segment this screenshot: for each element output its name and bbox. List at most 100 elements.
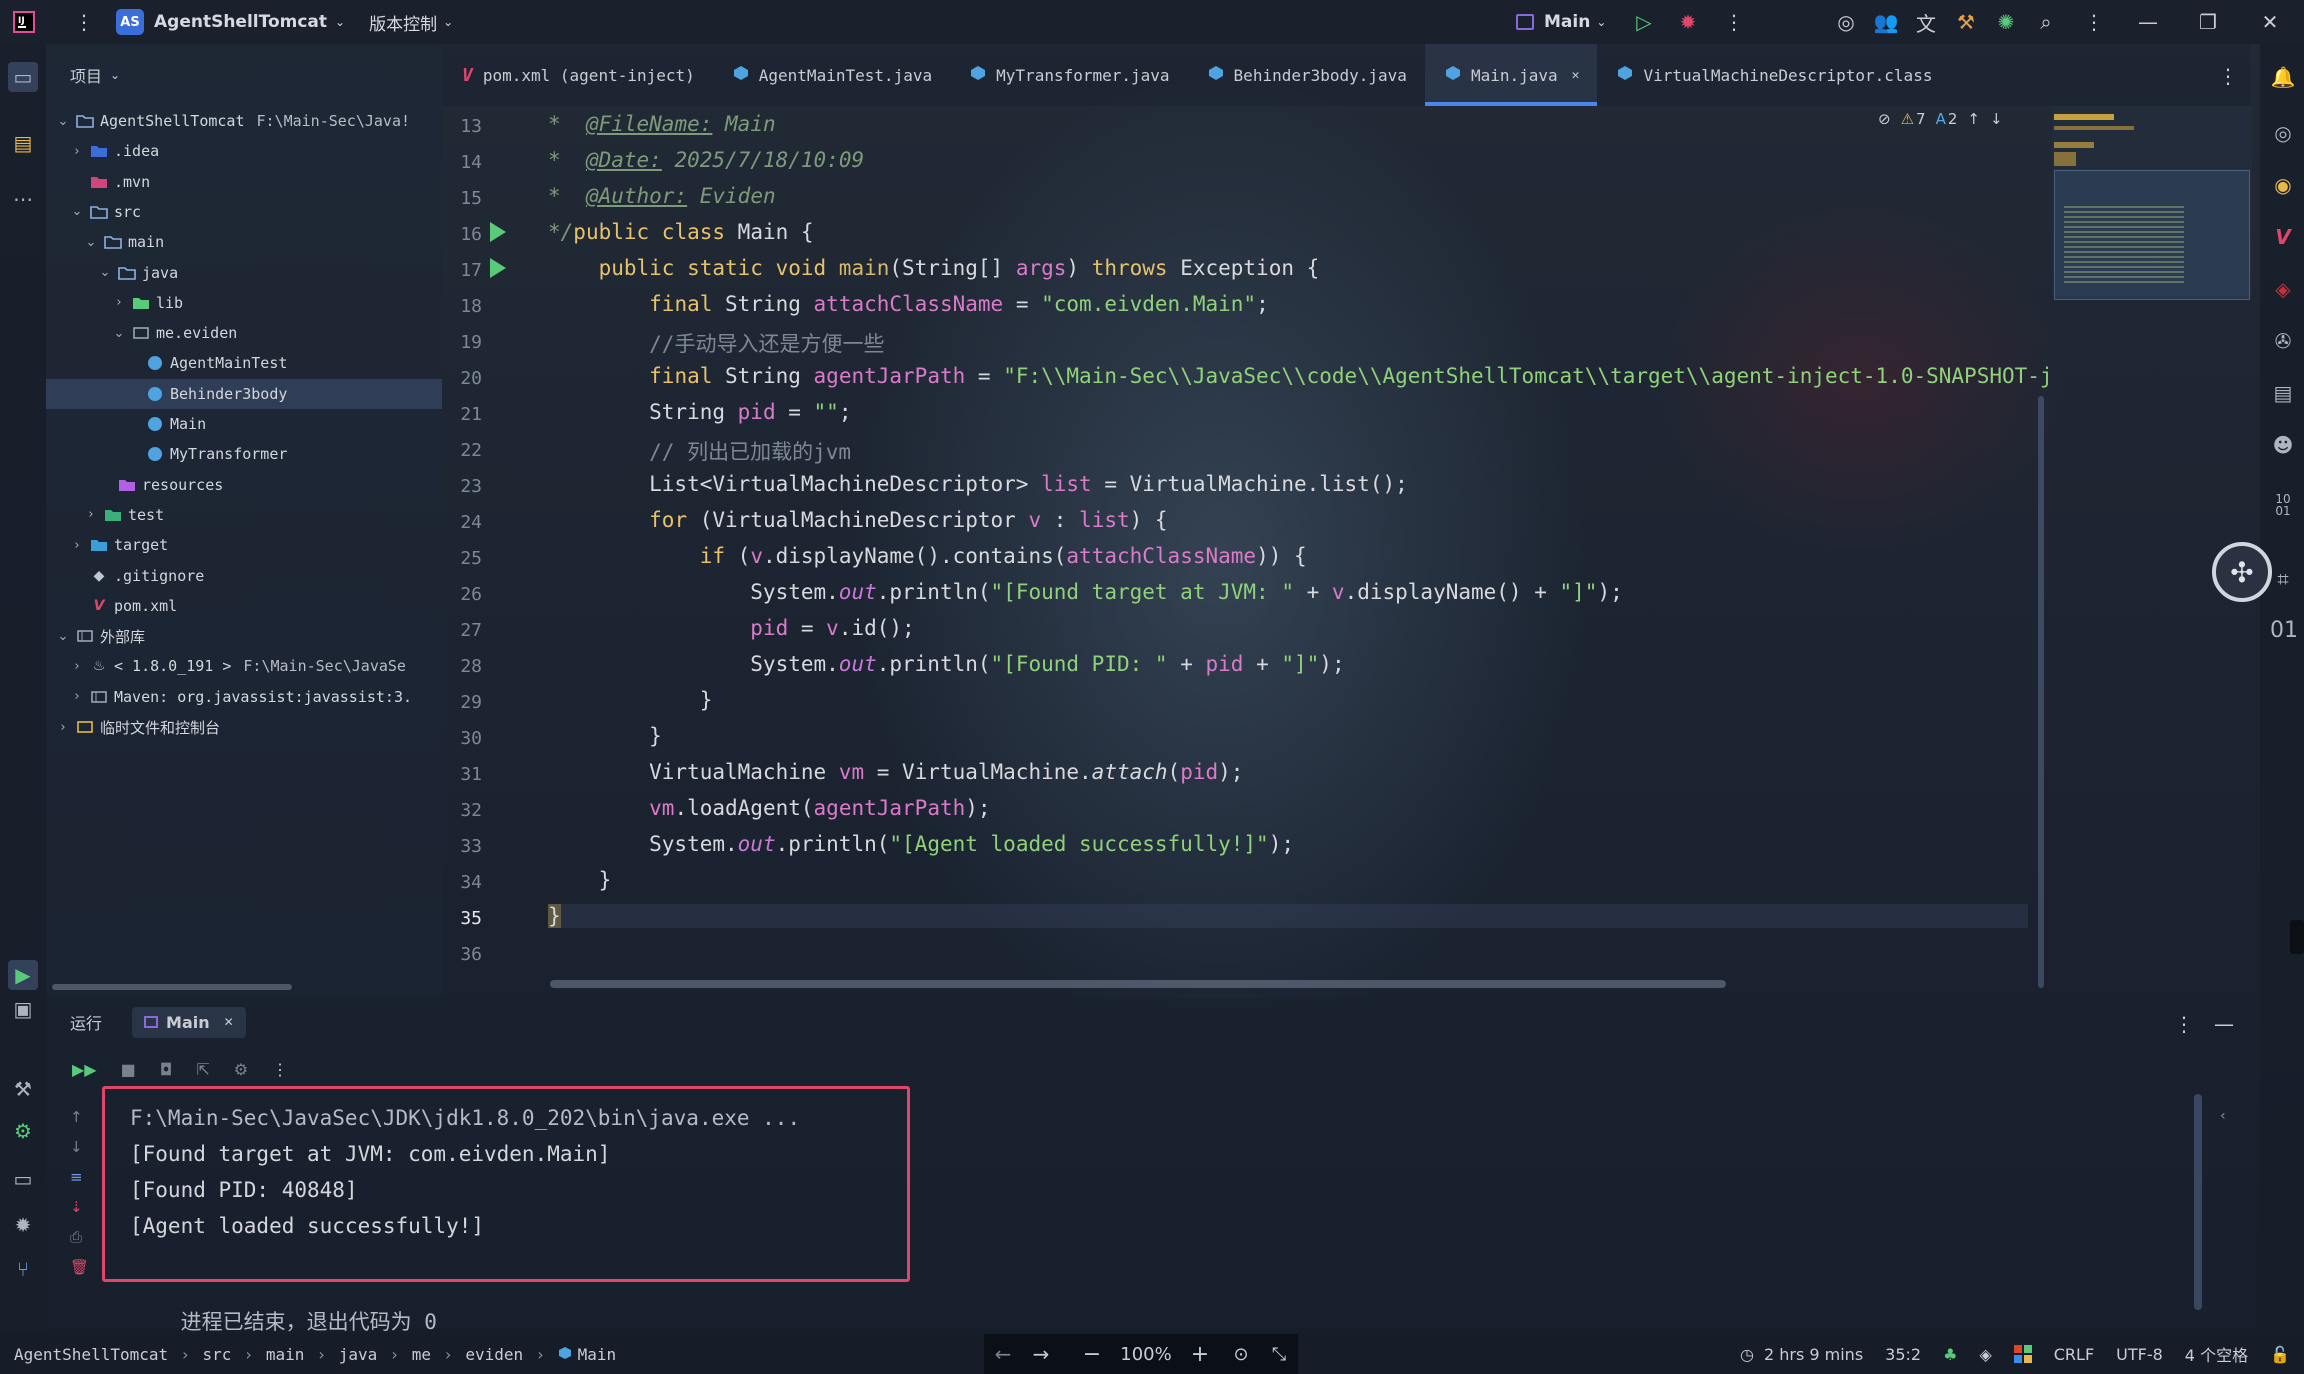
tree-item-java[interactable]: ⌄ java <box>46 258 442 288</box>
tree-item-1-8-0-191[interactable]: › ♨ < 1.8.0_191 > F:\Main-Sec\JavaSe <box>46 651 442 681</box>
zoom-in-icon[interactable]: + <box>1178 1342 1222 1367</box>
tree-item-maven-org-javassist-javassist-3[interactable]: › Maven: org.javassist:javassist:3. <box>46 682 442 712</box>
zoom-reset-icon[interactable]: ⊙ <box>1222 1344 1260 1365</box>
arrow-down-icon[interactable]: ↓ <box>1990 110 2003 128</box>
indent-setting[interactable]: 4 个空格 <box>2185 1342 2248 1366</box>
tab-pom-xml-agent-inject[interactable]: Vpom.xml (agent-inject) <box>442 44 713 106</box>
services-icon[interactable]: ▣ <box>8 994 38 1024</box>
breadcrumb-item[interactable]: main <box>266 1345 305 1364</box>
code-with-me-icon[interactable]: 👥 <box>1868 4 1904 40</box>
chevron-down-icon[interactable]: ⌄ <box>98 265 112 280</box>
chevron-down-icon[interactable]: ⌄ <box>70 204 84 219</box>
breadcrumb-item[interactable]: java <box>339 1345 378 1364</box>
tree-item-src[interactable]: ⌄ src <box>46 197 442 227</box>
tab-main[interactable]: Main ✕ <box>132 1006 246 1038</box>
more-actions-icon[interactable]: ⋮ <box>1716 4 1752 40</box>
tree-item-idea[interactable]: › .idea <box>46 136 442 166</box>
translate-panel-icon[interactable]: ⌗ <box>2268 564 2298 594</box>
tree-icon[interactable]: ♣ <box>1943 1345 1957 1364</box>
tree-item-behinder3body[interactable]: Behinder3body <box>46 378 442 409</box>
scroll-down-icon[interactable]: ↓ <box>70 1138 89 1156</box>
scroll-up-icon[interactable]: ↑ <box>70 1108 89 1126</box>
tab-virtualmachinedescriptor-class[interactable]: VirtualMachineDescriptor.class <box>1597 44 1950 106</box>
chevron-down-icon[interactable]: ⌄ <box>84 235 98 250</box>
nav-forward-icon[interactable]: → <box>1022 1342 1060 1366</box>
more-icon[interactable]: ⋮ <box>272 1060 288 1079</box>
chevron-right-icon[interactable]: › <box>70 659 84 674</box>
doc-icon[interactable]: ▤ <box>2268 378 2298 408</box>
plugins-icon[interactable]: ⚙ <box>8 1116 38 1146</box>
console-scrollbar[interactable] <box>2194 1094 2202 1310</box>
settings-icon[interactable]: ⋮ <box>2076 4 2112 40</box>
problems-icon[interactable]: ✹ <box>8 1210 38 1240</box>
debug-icon[interactable]: ✹ <box>1670 4 1706 40</box>
breadcrumb-item[interactable]: eviden <box>465 1345 523 1364</box>
tab-agentmaintest-java[interactable]: AgentMainTest.java <box>713 44 950 106</box>
chevron-right-icon[interactable]: › <box>70 144 84 159</box>
tree-item-[interactable]: › 临时文件和控制台 <box>46 712 442 742</box>
ai-chat-icon[interactable]: ◎ <box>2268 118 2298 148</box>
tree-item-target[interactable]: › target <box>46 530 442 560</box>
chevron-right-icon[interactable]: › <box>70 689 84 704</box>
rerun-icon[interactable]: ▶▶ <box>72 1060 97 1079</box>
project-panel-header[interactable]: 项目 ⌄ <box>46 44 442 106</box>
more-tools-icon[interactable]: ⋯ <box>8 184 38 214</box>
tree-item-main[interactable]: ⌄ main <box>46 227 442 257</box>
tree-scrollbar[interactable] <box>52 984 292 990</box>
elapsed-time[interactable]: 2 hrs 9 mins <box>1764 1345 1863 1364</box>
chevron-right-icon[interactable]: › <box>84 507 98 522</box>
minimap[interactable] <box>2052 106 2252 300</box>
maximize-icon[interactable]: ❐ <box>2190 4 2226 40</box>
close-tab-icon[interactable]: ✕ <box>224 1015 234 1029</box>
tree-item-gitignore[interactable]: ◆ .gitignore <box>46 561 442 591</box>
search-icon[interactable]: ⌕ <box>2028 4 2064 40</box>
tree-item-pom-xml[interactable]: Vpom.xml <box>46 591 442 621</box>
line-separator[interactable]: CRLF <box>2054 1345 2094 1364</box>
tab-run[interactable]: 运行 <box>70 1010 102 1034</box>
file-encoding[interactable]: UTF-8 <box>2116 1345 2163 1364</box>
clear-icon[interactable]: 🗑 <box>70 1258 89 1276</box>
breadcrumb-item[interactable]: src <box>203 1345 232 1364</box>
tab-behinder3body-java[interactable]: Behinder3body.java <box>1188 44 1425 106</box>
project-view-icon[interactable]: ▭ <box>8 62 38 92</box>
tree-item-test[interactable]: › test <box>46 500 442 530</box>
print-icon[interactable]: ⎙ <box>70 1228 89 1246</box>
ai-assistant-icon[interactable]: ✺ <box>1988 4 2024 40</box>
breadcrumb-item[interactable]: me <box>412 1345 431 1364</box>
panel-options-icon[interactable]: ⋮ <box>2166 1006 2202 1042</box>
vcs-status-icon[interactable]: ◈ <box>1979 1345 1991 1364</box>
editor-side-handle[interactable] <box>2290 920 2304 954</box>
collapse-icon[interactable]: ⤡ <box>1260 1344 1298 1365</box>
tree-item-resources[interactable]: resources <box>46 470 442 500</box>
minimize-icon[interactable]: — <box>2130 4 2166 40</box>
maven-icon[interactable]: V <box>2268 222 2298 252</box>
tree-item-me-eviden[interactable]: ⌄ me.eviden <box>46 318 442 348</box>
binary-icon[interactable]: 10 01 <box>2268 490 2298 520</box>
notifications-icon[interactable]: 🔔 <box>2268 62 2298 92</box>
tree-item-[interactable]: ⌄ 外部库 <box>46 621 442 651</box>
lock-icon[interactable]: 🔓 <box>2270 1345 2290 1364</box>
breadcrumb-item[interactable]: Main <box>578 1345 617 1364</box>
eye-off-icon[interactable]: ⊘ <box>1878 110 1891 128</box>
nav-back-icon[interactable]: ← <box>984 1342 1022 1366</box>
run-gutter-icon[interactable] <box>490 258 506 278</box>
tab-mytransformer-java[interactable]: MyTransformer.java <box>950 44 1187 106</box>
tree-item-mytransformer[interactable]: MyTransformer <box>46 439 442 469</box>
console-side-label-icon[interactable]: ‹ <box>2220 1108 2226 1124</box>
chevron-down-icon[interactable]: ⌄ <box>56 629 70 644</box>
run-tool-icon[interactable]: ▶ <box>8 960 38 990</box>
editor-horizontal-scrollbar[interactable] <box>550 980 1726 988</box>
arrow-up-icon[interactable]: ↑ <box>1967 110 1980 128</box>
chevron-down-icon[interactable]: ⌄ <box>112 326 126 341</box>
tree-item-agentmaintest[interactable]: AgentMainTest <box>46 348 442 378</box>
terminal-icon[interactable]: ▭ <box>8 1164 38 1194</box>
tree-item-agentshelltomcat[interactable]: ⌄ AgentShellTomcat F:\Main-Sec\Java! <box>46 106 442 136</box>
run-icon[interactable]: ▷ <box>1626 4 1662 40</box>
translate-icon[interactable]: 文 <box>1908 4 1944 40</box>
settings-icon[interactable]: ⚙ <box>234 1060 248 1079</box>
copilot-icon[interactable]: ◎ <box>1828 4 1864 40</box>
tools-icon[interactable]: ⚒ <box>1948 4 1984 40</box>
build-tools-icon[interactable]: ⚒ <box>8 1074 38 1104</box>
project-switcher[interactable]: AS AgentShellTomcat ⌄ <box>116 9 345 35</box>
chevron-right-icon[interactable]: › <box>112 295 126 310</box>
